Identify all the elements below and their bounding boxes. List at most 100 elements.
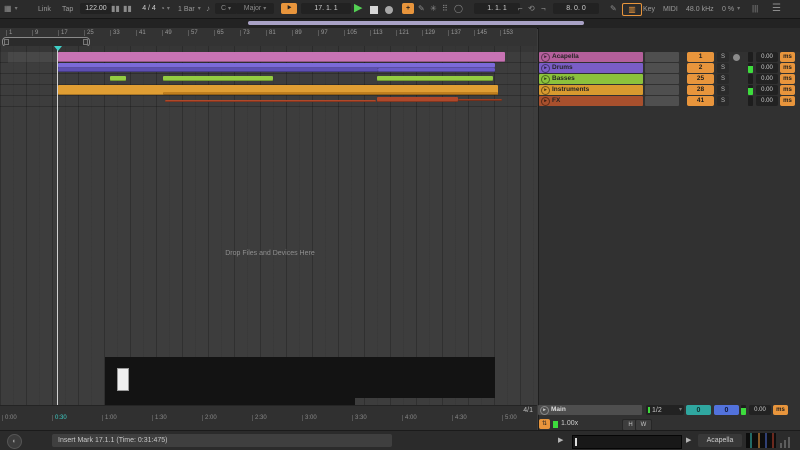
session-record-icon[interactable]: ◯ — [454, 4, 463, 14]
track-name-strip[interactable]: ▸Basses — [539, 74, 643, 84]
loop-start-field[interactable]: 1. 1. 1 — [474, 3, 520, 14]
playback-speed-label[interactable]: 1.00x — [561, 420, 578, 427]
automation-arm-icon[interactable]: ✎ — [418, 4, 425, 14]
arrangement-clip[interactable] — [165, 100, 376, 102]
solo-button[interactable]: S — [717, 52, 729, 62]
session-grid-icon[interactable]: ⠿ — [442, 4, 448, 14]
group-fold-icon[interactable]: ▸ — [541, 75, 550, 84]
track-name-label: Basses — [552, 76, 575, 83]
follow-speed-icon[interactable]: ⇅ — [539, 419, 550, 429]
delay-unit-button[interactable]: ms — [780, 52, 795, 62]
scale-root-select[interactable]: C▾ — [215, 3, 237, 14]
arrangement-clip[interactable] — [110, 76, 126, 81]
group-fold-icon[interactable]: ▸ — [541, 86, 550, 95]
midi-assignment-badge[interactable]: 25 — [687, 74, 714, 84]
play-icon[interactable]: ▶ — [354, 3, 362, 13]
options-grid-icon[interactable]: ▦▾ — [4, 4, 18, 14]
capture-midi-icon[interactable]: ✳ — [430, 4, 437, 14]
midi-assignment-badge[interactable]: 41 — [687, 96, 714, 106]
tap-tempo-button[interactable]: Tap — [62, 4, 73, 14]
solo-button[interactable]: S — [717, 74, 729, 84]
output-chooser[interactable]: 1/2 ▾ — [646, 405, 684, 415]
quantize-menu[interactable]: 1 Bar▾ — [178, 4, 201, 14]
draw-mode-icon[interactable]: ✎ — [610, 4, 617, 14]
track-name-strip[interactable]: ▸Drums — [539, 63, 643, 73]
group-fold-icon[interactable]: ▸ — [541, 64, 550, 73]
beat-time-ruler[interactable]: 1917253341495765738189971051131211291371… — [0, 28, 537, 47]
arrangement-clip[interactable] — [458, 99, 502, 101]
arrangement-position-field[interactable]: 17. 1. 1 — [301, 3, 351, 14]
track-header-row: ▸Drums 2S 0.00ms — [539, 63, 800, 74]
midi-assignment-badge[interactable]: 28 — [687, 85, 714, 95]
punch-in-icon[interactable]: ⌐ — [518, 4, 523, 14]
key-map-button[interactable]: Key — [643, 4, 655, 14]
record-icon[interactable] — [385, 5, 393, 15]
arrangement-clip[interactable] — [163, 92, 498, 95]
scale-icon[interactable]: ♪ — [206, 4, 210, 14]
volume-field[interactable]: 0 — [714, 405, 739, 415]
metronome-icon[interactable]: ◔▾ — [160, 4, 170, 14]
sample-strip[interactable] — [572, 435, 682, 449]
delay-unit-button[interactable]: ms — [780, 74, 795, 84]
punch-out-icon[interactable]: ¬ — [541, 4, 546, 14]
delay-unit-button[interactable]: ms — [780, 63, 795, 73]
clip-play-icon[interactable]: ▶ — [686, 437, 691, 444]
info-icon[interactable]: ◐ — [7, 434, 22, 449]
delay-unit-button[interactable]: ms — [780, 85, 795, 95]
waveform-thumbnail[interactable] — [746, 433, 776, 448]
main-track-name[interactable]: ▸ Main — [538, 405, 642, 415]
arrangement-clip[interactable] — [163, 76, 273, 81]
track-name-strip[interactable]: ▸FX — [539, 96, 643, 106]
nudge-up-icon[interactable]: ▮▮ — [123, 4, 132, 14]
loop-length-field[interactable]: 8. 0. 0 — [553, 3, 599, 14]
midi-assignment-badge[interactable]: 1 — [687, 52, 714, 62]
midi-assignment-badge[interactable]: 2 — [687, 63, 714, 73]
overdub-plus-icon[interactable]: + — [402, 3, 414, 14]
main-delay-unit-button[interactable]: ms — [773, 405, 788, 415]
clip-chooser[interactable]: Acapella — [698, 434, 742, 447]
bar-number-label: 89 — [292, 30, 302, 36]
insert-marker-flag[interactable] — [54, 46, 62, 51]
group-fold-icon[interactable]: ▸ — [541, 53, 550, 62]
group-fold-icon[interactable]: ▸ — [541, 97, 550, 106]
arrangement-clip[interactable] — [58, 52, 505, 62]
computer-midi-keyboard-icon[interactable]: ▥ — [622, 3, 642, 16]
track-delay-field[interactable]: 0.00 — [756, 96, 778, 106]
track-name-strip[interactable]: ▸Acapella — [539, 52, 643, 62]
track-delay-field[interactable]: 0.00 — [756, 52, 778, 62]
cpu-load-field[interactable]: 0 %▾ — [722, 4, 740, 14]
fold-icon[interactable]: ▸ — [540, 406, 549, 415]
time-signature-field[interactable]: 4 / 4 — [136, 3, 162, 14]
solo-button[interactable]: S — [717, 63, 729, 73]
pan-knob[interactable]: 0 — [686, 405, 711, 415]
track-delay-field[interactable]: 0.00 — [756, 85, 778, 95]
arrangement-clip[interactable] — [377, 97, 458, 102]
track-name-label: Acapella — [552, 54, 579, 61]
track-delay-field[interactable]: 0.00 — [756, 63, 778, 73]
arrangement-clip[interactable] — [377, 76, 493, 81]
preview-play-icon[interactable]: ▶ — [558, 437, 563, 444]
arrangement-clip[interactable] — [58, 68, 378, 72]
solo-button[interactable]: S — [717, 85, 729, 95]
nudge-down-icon[interactable]: ▮▮ — [111, 4, 120, 14]
level-meter-icon — [780, 443, 782, 448]
loop-icon[interactable]: ⟲ — [528, 4, 535, 14]
follow-button[interactable]: ⯈ — [281, 3, 297, 14]
bar-number-label: 81 — [266, 30, 276, 36]
scale-name-select[interactable]: Major▾ — [236, 3, 274, 14]
link-button[interactable]: Link — [38, 4, 51, 14]
stop-icon[interactable] — [370, 5, 378, 15]
track-name-strip[interactable]: ▸Instruments — [539, 85, 643, 95]
arrangement-area[interactable]: Drop Files and Devices Here — [0, 46, 537, 405]
bar-number-label: 41 — [136, 30, 146, 36]
time-ruler[interactable]: 0:000:301:001:302:002:303:003:304:004:30… — [0, 405, 537, 431]
delay-unit-button[interactable]: ms — [780, 96, 795, 106]
main-delay-field[interactable]: 0.00 — [749, 405, 771, 415]
overview-viewport[interactable] — [248, 21, 584, 25]
arrangement-clip[interactable] — [378, 68, 495, 72]
midi-map-button[interactable]: MIDI — [663, 4, 678, 14]
solo-button[interactable]: S — [717, 96, 729, 106]
track-delay-field[interactable]: 0.00 — [756, 74, 778, 84]
tempo-field[interactable]: 122.00 — [80, 3, 112, 14]
arm-button[interactable] — [733, 54, 740, 61]
